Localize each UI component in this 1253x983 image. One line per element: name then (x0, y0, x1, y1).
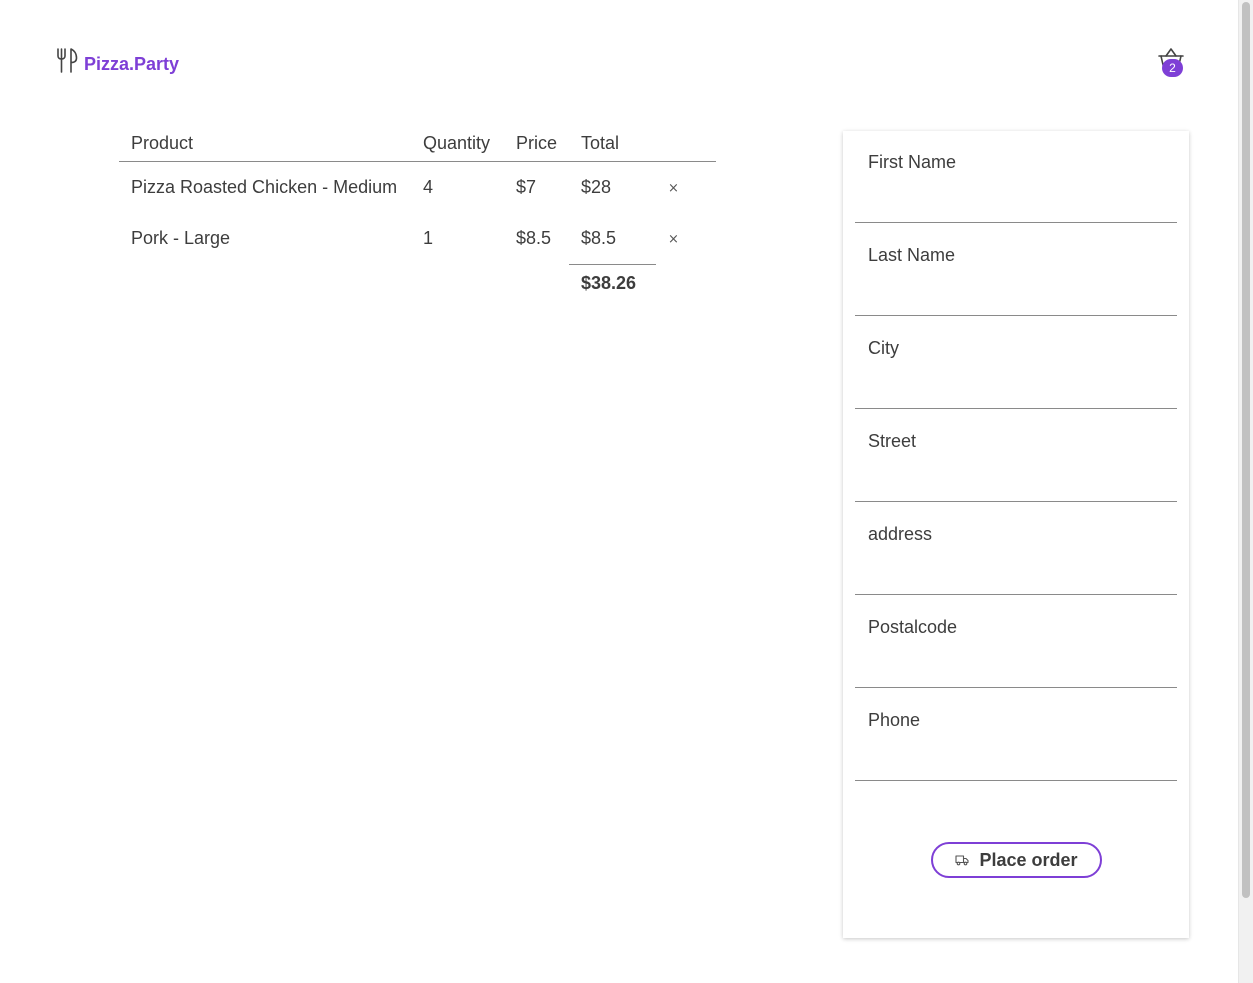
cell-total: $8.5 (580, 227, 617, 248)
cell-price: $8.5 (515, 228, 552, 248)
cell-price: $7 (515, 177, 536, 197)
header-quantity: Quantity (410, 126, 504, 162)
header-remove (655, 126, 716, 162)
cell-remove: × (656, 213, 716, 264)
utensils-icon (57, 48, 78, 73)
street-field: Street (855, 410, 1177, 502)
remove-item-button[interactable]: × (668, 179, 679, 199)
cart-count-badge: 2 (1162, 59, 1183, 77)
address-label: address (868, 524, 933, 544)
address-input[interactable] (867, 555, 1169, 587)
page-scrollbar[interactable] (1238, 0, 1253, 983)
first-name-field: First Name (855, 131, 1177, 223)
first-name-label: First Name (868, 152, 957, 172)
last-name-field: Last Name (855, 224, 1177, 316)
phone-field: Phone (855, 689, 1177, 781)
postalcode-label: Postalcode (868, 617, 958, 637)
city-input[interactable] (867, 369, 1169, 401)
cell-quantity: 1 (422, 228, 433, 248)
header-product: Product (119, 126, 411, 162)
place-order-label: Place order (979, 849, 1078, 870)
order-form: First Name Last Name City Street address… (843, 131, 1189, 938)
scrollbar-thumb[interactable] (1242, 2, 1250, 898)
street-input[interactable] (867, 462, 1169, 494)
phone-input[interactable] (867, 741, 1169, 773)
city-label: City (868, 338, 899, 358)
table-header-row: Product Quantity Price Total (119, 126, 716, 162)
cart-table: Product Quantity Price Total Pizza Roast… (119, 126, 716, 308)
cell-remove: × (656, 162, 716, 214)
cell-product: Pizza Roasted Chicken - Medium (131, 177, 398, 197)
brand-name: Pizza.Party (84, 54, 180, 74)
grand-total-row: $38.26 (119, 263, 716, 308)
table-row: Pork - Large 1 $8.5 $8.5 × (119, 213, 716, 264)
brand-logo-link[interactable]: Pizza.Party (56, 48, 180, 74)
grand-total: $38.26 (568, 263, 656, 308)
cell-quantity: 4 (422, 177, 433, 197)
postalcode-field: Postalcode (855, 596, 1177, 688)
address-field: address (855, 503, 1177, 595)
truck-icon (955, 855, 970, 866)
remove-item-button[interactable]: × (668, 230, 679, 250)
cell-total: $28 (580, 177, 612, 197)
cell-product: Pork - Large (131, 228, 231, 248)
street-label: Street (868, 431, 917, 451)
header-total: Total (568, 126, 656, 162)
first-name-input[interactable] (867, 183, 1169, 215)
city-field: City (855, 317, 1177, 409)
cart-button[interactable]: 2 (1156, 46, 1186, 78)
table-row: Pizza Roasted Chicken - Medium 4 $7 $28 … (119, 162, 716, 214)
last-name-input[interactable] (867, 276, 1169, 308)
last-name-label: Last Name (868, 245, 956, 265)
header-price: Price (503, 126, 569, 162)
postalcode-input[interactable] (867, 648, 1169, 680)
place-order-button[interactable]: Place order (931, 842, 1102, 878)
checkout-page: Pizza.Party 2 Product Quantity Price Tot… (0, 0, 1253, 983)
phone-label: Phone (868, 710, 921, 730)
